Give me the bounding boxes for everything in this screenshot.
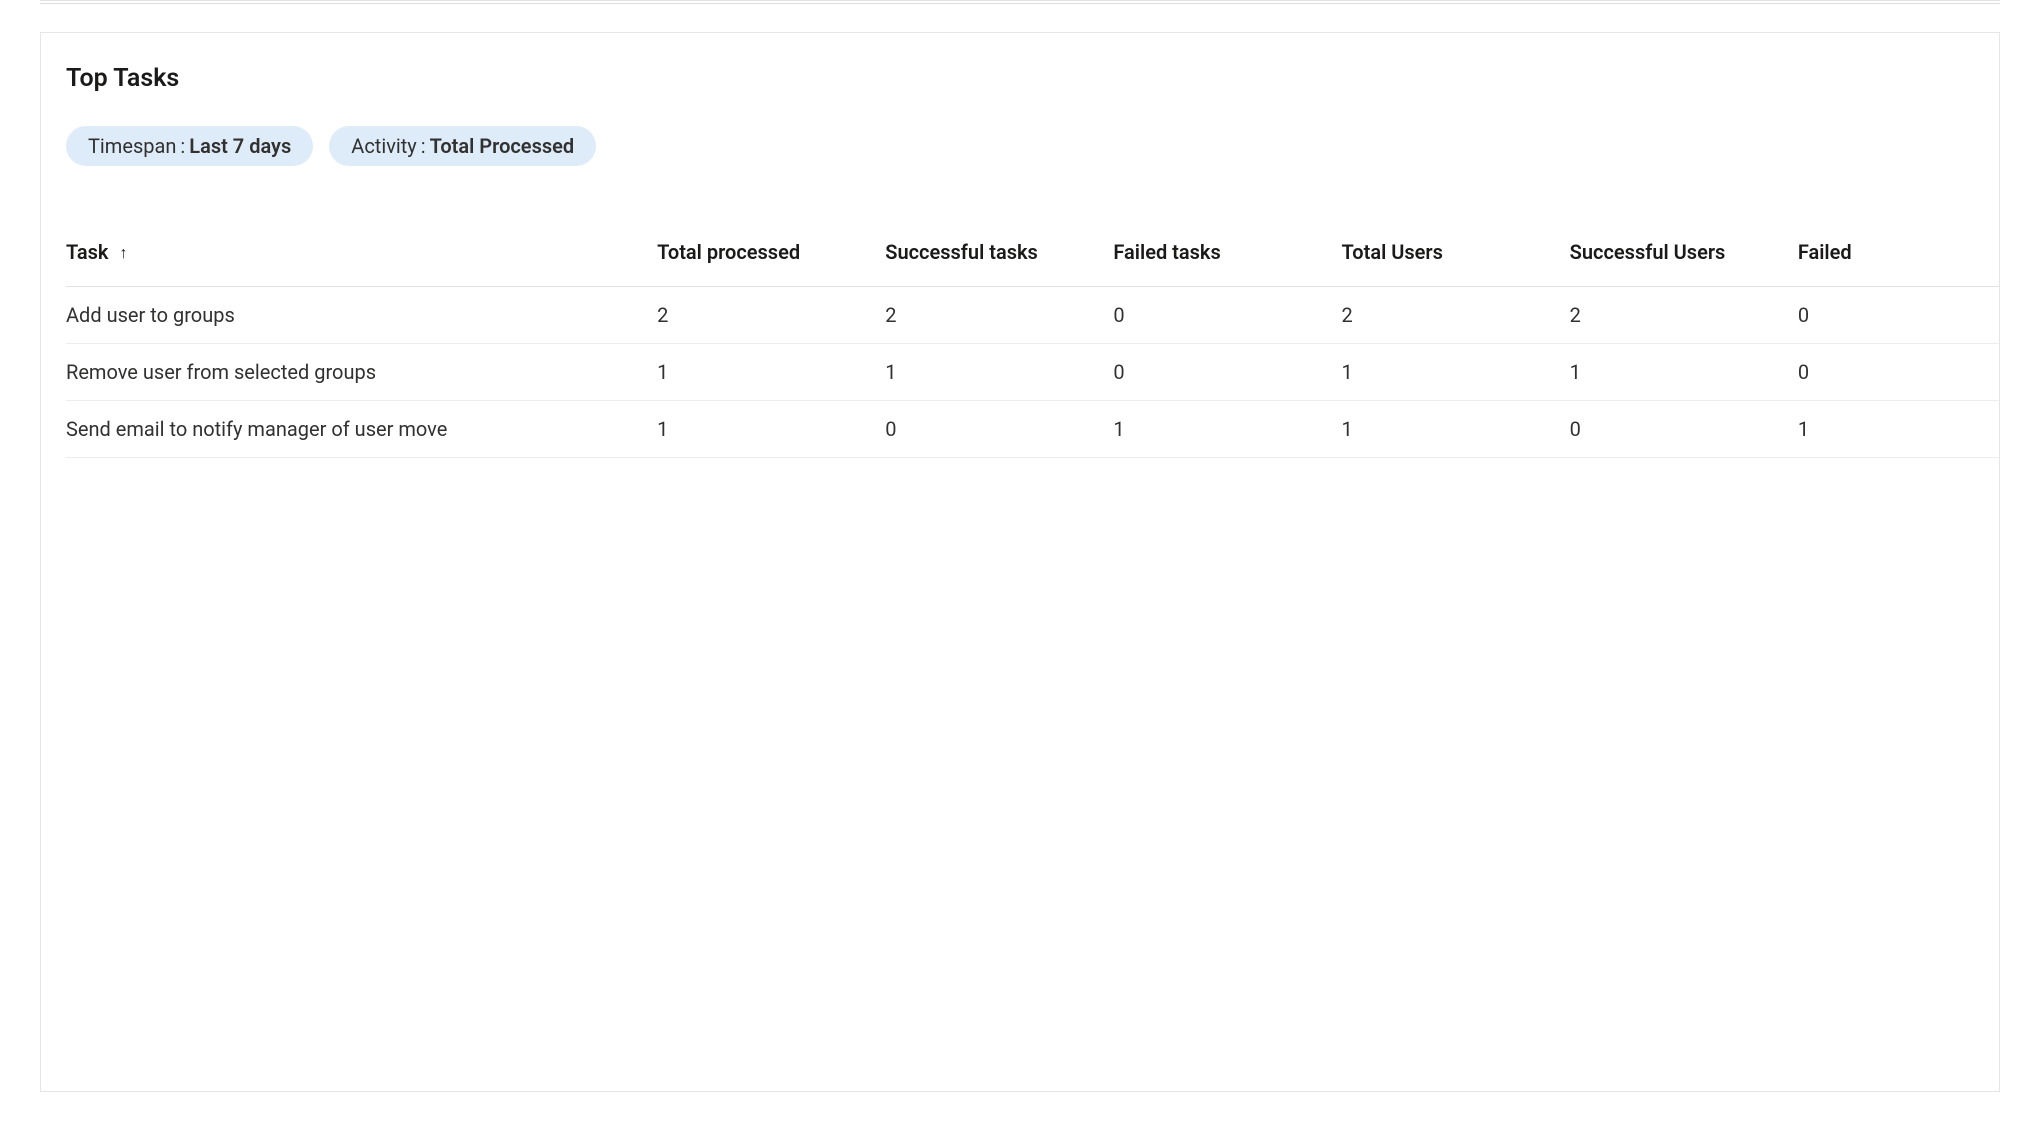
cell-total-users: 2 bbox=[1342, 287, 1570, 344]
col-header-total-users[interactable]: Total Users bbox=[1342, 226, 1570, 287]
top-tasks-table: Task ↑ Total processed Successful tasks … bbox=[66, 226, 1999, 458]
cell-successful-users: 2 bbox=[1570, 287, 1798, 344]
col-header-successful-users[interactable]: Successful Users bbox=[1570, 226, 1798, 287]
filter-timespan-label: Timespan bbox=[88, 132, 176, 160]
cell-task: Send email to notify manager of user mov… bbox=[66, 401, 657, 458]
cell-failed: 0 bbox=[1798, 344, 1999, 401]
cell-successful-users: 0 bbox=[1570, 401, 1798, 458]
filter-activity-pill[interactable]: Activity : Total Processed bbox=[329, 126, 596, 166]
filter-timespan-value: Last 7 days bbox=[189, 132, 291, 160]
col-header-successful-tasks[interactable]: Successful tasks bbox=[885, 226, 1113, 287]
cell-task: Remove user from selected groups bbox=[66, 344, 657, 401]
col-header-task-label: Task bbox=[66, 240, 109, 264]
cell-task: Add user to groups bbox=[66, 287, 657, 344]
filter-separator: : bbox=[176, 132, 189, 160]
cell-failed-tasks: 1 bbox=[1113, 401, 1341, 458]
cell-total-users: 1 bbox=[1342, 344, 1570, 401]
cell-failed: 0 bbox=[1798, 287, 1999, 344]
col-header-task[interactable]: Task ↑ bbox=[66, 226, 657, 287]
filter-activity-value: Total Processed bbox=[430, 132, 575, 160]
cell-total-processed: 2 bbox=[657, 287, 885, 344]
filter-activity-label: Activity bbox=[351, 132, 416, 160]
cell-failed: 1 bbox=[1798, 401, 1999, 458]
table-header-row: Task ↑ Total processed Successful tasks … bbox=[66, 226, 1999, 287]
col-header-failed[interactable]: Failed bbox=[1798, 226, 1999, 287]
cell-total-processed: 1 bbox=[657, 344, 885, 401]
cell-total-processed: 1 bbox=[657, 401, 885, 458]
col-header-total-processed[interactable]: Total processed bbox=[657, 226, 885, 287]
cell-failed-tasks: 0 bbox=[1113, 344, 1341, 401]
top-divider bbox=[40, 0, 2000, 4]
cell-successful-tasks: 2 bbox=[885, 287, 1113, 344]
sort-ascending-icon: ↑ bbox=[119, 242, 127, 264]
cell-successful-tasks: 1 bbox=[885, 344, 1113, 401]
table-scroll-wrap[interactable]: Task ↑ Total processed Successful tasks … bbox=[66, 226, 1999, 458]
filter-timespan-pill[interactable]: Timespan : Last 7 days bbox=[66, 126, 313, 166]
table-body: Add user to groups 2 2 0 2 2 0 Remove us… bbox=[66, 287, 1999, 458]
cell-successful-tasks: 0 bbox=[885, 401, 1113, 458]
table-row[interactable]: Add user to groups 2 2 0 2 2 0 bbox=[66, 287, 1999, 344]
top-tasks-card: Top Tasks Timespan : Last 7 days Activit… bbox=[40, 32, 2000, 1092]
filter-pill-row: Timespan : Last 7 days Activity : Total … bbox=[66, 126, 1999, 166]
cell-failed-tasks: 0 bbox=[1113, 287, 1341, 344]
cell-total-users: 1 bbox=[1342, 401, 1570, 458]
cell-successful-users: 1 bbox=[1570, 344, 1798, 401]
col-header-failed-tasks[interactable]: Failed tasks bbox=[1113, 226, 1341, 287]
table-row[interactable]: Send email to notify manager of user mov… bbox=[66, 401, 1999, 458]
card-title: Top Tasks bbox=[66, 61, 1999, 96]
filter-separator: : bbox=[417, 132, 430, 160]
table-row[interactable]: Remove user from selected groups 1 1 0 1… bbox=[66, 344, 1999, 401]
